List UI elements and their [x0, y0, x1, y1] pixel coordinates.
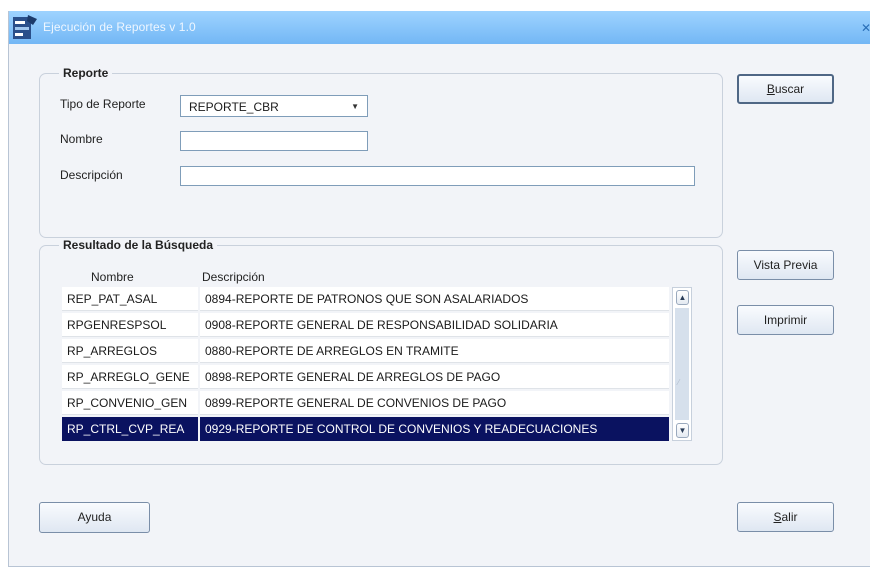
salir-button[interactable]: Salir — [737, 502, 834, 532]
vista-previa-label: Vista Previa — [753, 258, 818, 272]
row-nombre: RP_ARREGLO_GENE — [62, 365, 198, 389]
reporte-legend: Reporte — [59, 66, 113, 80]
imprimir-label: Imprimir — [763, 313, 808, 327]
results-scrollbar[interactable]: ▲ ⁄ ▼ — [672, 287, 692, 441]
tipo-reporte-select[interactable]: REPORTE_CBR ▼ — [180, 95, 368, 117]
main-window: Ejecución de Reportes v 1.0 ✕ Reporte Ti… — [8, 11, 870, 567]
close-icon[interactable]: ✕ — [861, 21, 870, 35]
imprimir-button[interactable]: Imprimir — [737, 305, 834, 335]
tipo-reporte-label: Tipo de Reporte — [60, 97, 146, 111]
ayuda-label: Ayuda — [77, 510, 112, 524]
ayuda-button[interactable]: Ayuda — [39, 502, 150, 533]
row-nombre: RP_CTRL_CVP_REA — [62, 417, 198, 441]
vista-previa-button[interactable]: Vista Previa — [737, 250, 834, 280]
resultado-legend: Resultado de la Búsqueda — [59, 238, 218, 252]
row-nombre: RPGENRESPSOL — [62, 313, 198, 337]
row-descripcion: 0898-REPORTE GENERAL DE ARREGLOS DE PAGO — [200, 365, 669, 389]
descripcion-input[interactable] — [180, 166, 695, 186]
buscar-mnemonic: B — [766, 82, 775, 96]
scroll-down-icon[interactable]: ▼ — [676, 423, 689, 438]
nombre-input[interactable] — [180, 131, 368, 151]
app-icon — [13, 15, 37, 39]
scroll-grip-icon: ⁄ — [678, 378, 680, 387]
column-header-descripcion: Descripción — [202, 270, 265, 284]
row-descripcion: 0894-REPORTE DE PATRONOS QUE SON ASALARI… — [200, 287, 669, 311]
row-nombre: REP_PAT_ASAL — [62, 287, 198, 311]
scroll-up-icon[interactable]: ▲ — [676, 290, 689, 305]
descripcion-label: Descripción — [60, 168, 123, 182]
nombre-label: Nombre — [60, 132, 103, 146]
dropdown-arrow-icon[interactable]: ▼ — [351, 102, 359, 111]
row-nombre: RP_CONVENIO_GEN — [62, 391, 198, 415]
row-nombre: RP_ARREGLOS — [62, 339, 198, 363]
row-descripcion: 0899-REPORTE GENERAL DE CONVENIOS DE PAG… — [200, 391, 669, 415]
buscar-button[interactable]: Buscar — [737, 74, 834, 104]
row-descripcion: 0880-REPORTE DE ARREGLOS EN TRAMITE — [200, 339, 669, 363]
column-header-nombre: Nombre — [91, 270, 134, 284]
window-title: Ejecución de Reportes v 1.0 — [43, 20, 196, 34]
salir-label: alir — [781, 510, 798, 524]
salir-mnemonic: S — [773, 510, 782, 524]
row-descripcion: 0908-REPORTE GENERAL DE RESPONSABILIDAD … — [200, 313, 669, 337]
scroll-track[interactable] — [675, 308, 689, 420]
buscar-label: uscar — [774, 82, 805, 96]
row-descripcion: 0929-REPORTE DE CONTROL DE CONVENIOS Y R… — [200, 417, 669, 441]
tipo-reporte-value: REPORTE_CBR — [189, 100, 279, 114]
title-bar[interactable]: Ejecución de Reportes v 1.0 ✕ — [9, 11, 870, 44]
